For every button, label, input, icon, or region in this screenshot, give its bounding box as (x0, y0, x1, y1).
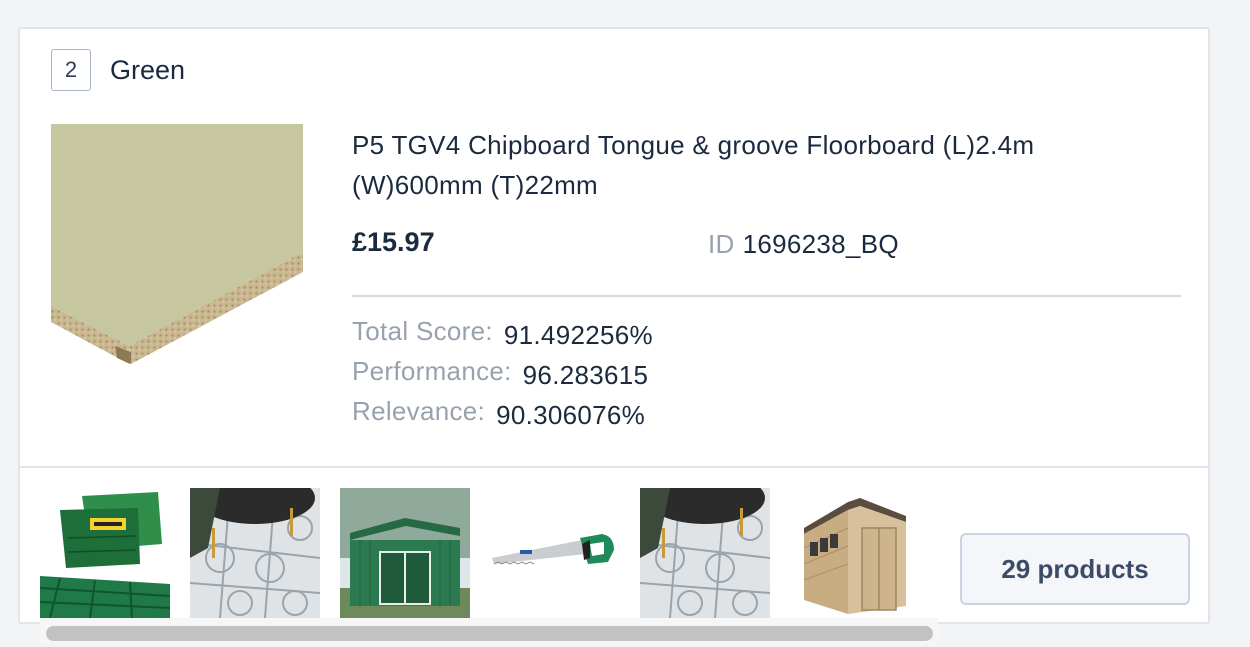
products-count-button[interactable]: 29 products (960, 533, 1190, 605)
metric-performance: Performance: 96.283615 (352, 356, 653, 396)
hand-saw-image[interactable] (490, 488, 620, 618)
wooden-shed-image[interactable] (790, 488, 920, 618)
product-price: £15.97 (352, 227, 435, 257)
green-grass-tiles-image[interactable] (40, 488, 170, 618)
product-title[interactable]: P5 TGV4 Chipboard Tongue & groove Floorb… (352, 125, 1152, 205)
group-name: Green (110, 55, 186, 85)
card-divider (20, 466, 1208, 468)
metric-label: Performance: (352, 356, 512, 386)
patterned-floor-tiles-image[interactable] (640, 488, 770, 618)
scrollbar-thumb[interactable] (46, 626, 933, 641)
product-id-value: 1696238_BQ (742, 229, 899, 259)
rank-badge: 2 (51, 49, 91, 91)
product-group-card: 2 Green P5 TGV4 Chipboard Tongue & groov… (18, 27, 1210, 624)
metric-value: 90.306076% (496, 400, 646, 430)
metric-label: Relevance: (352, 396, 486, 426)
patterned-floor-tiles-image[interactable] (190, 488, 320, 618)
green-metal-shed-image[interactable] (340, 488, 470, 618)
product-id-label: ID (708, 229, 735, 259)
metric-relevance: Relevance: 90.306076% (352, 396, 653, 436)
horizontal-scrollbar[interactable] (40, 618, 938, 644)
section-divider (352, 295, 1181, 297)
metric-total-score: Total Score: 91.492256% (352, 316, 653, 356)
chipboard-floorboard-image[interactable] (51, 124, 303, 364)
metric-value: 91.492256% (503, 320, 653, 350)
metric-label: Total Score: (352, 316, 493, 346)
product-id: ID 1696238_BQ (708, 229, 899, 260)
related-products-strip (40, 488, 920, 618)
score-metrics: Total Score: 91.492256% Performance: 96.… (352, 316, 653, 436)
metric-value: 96.283615 (522, 360, 649, 390)
